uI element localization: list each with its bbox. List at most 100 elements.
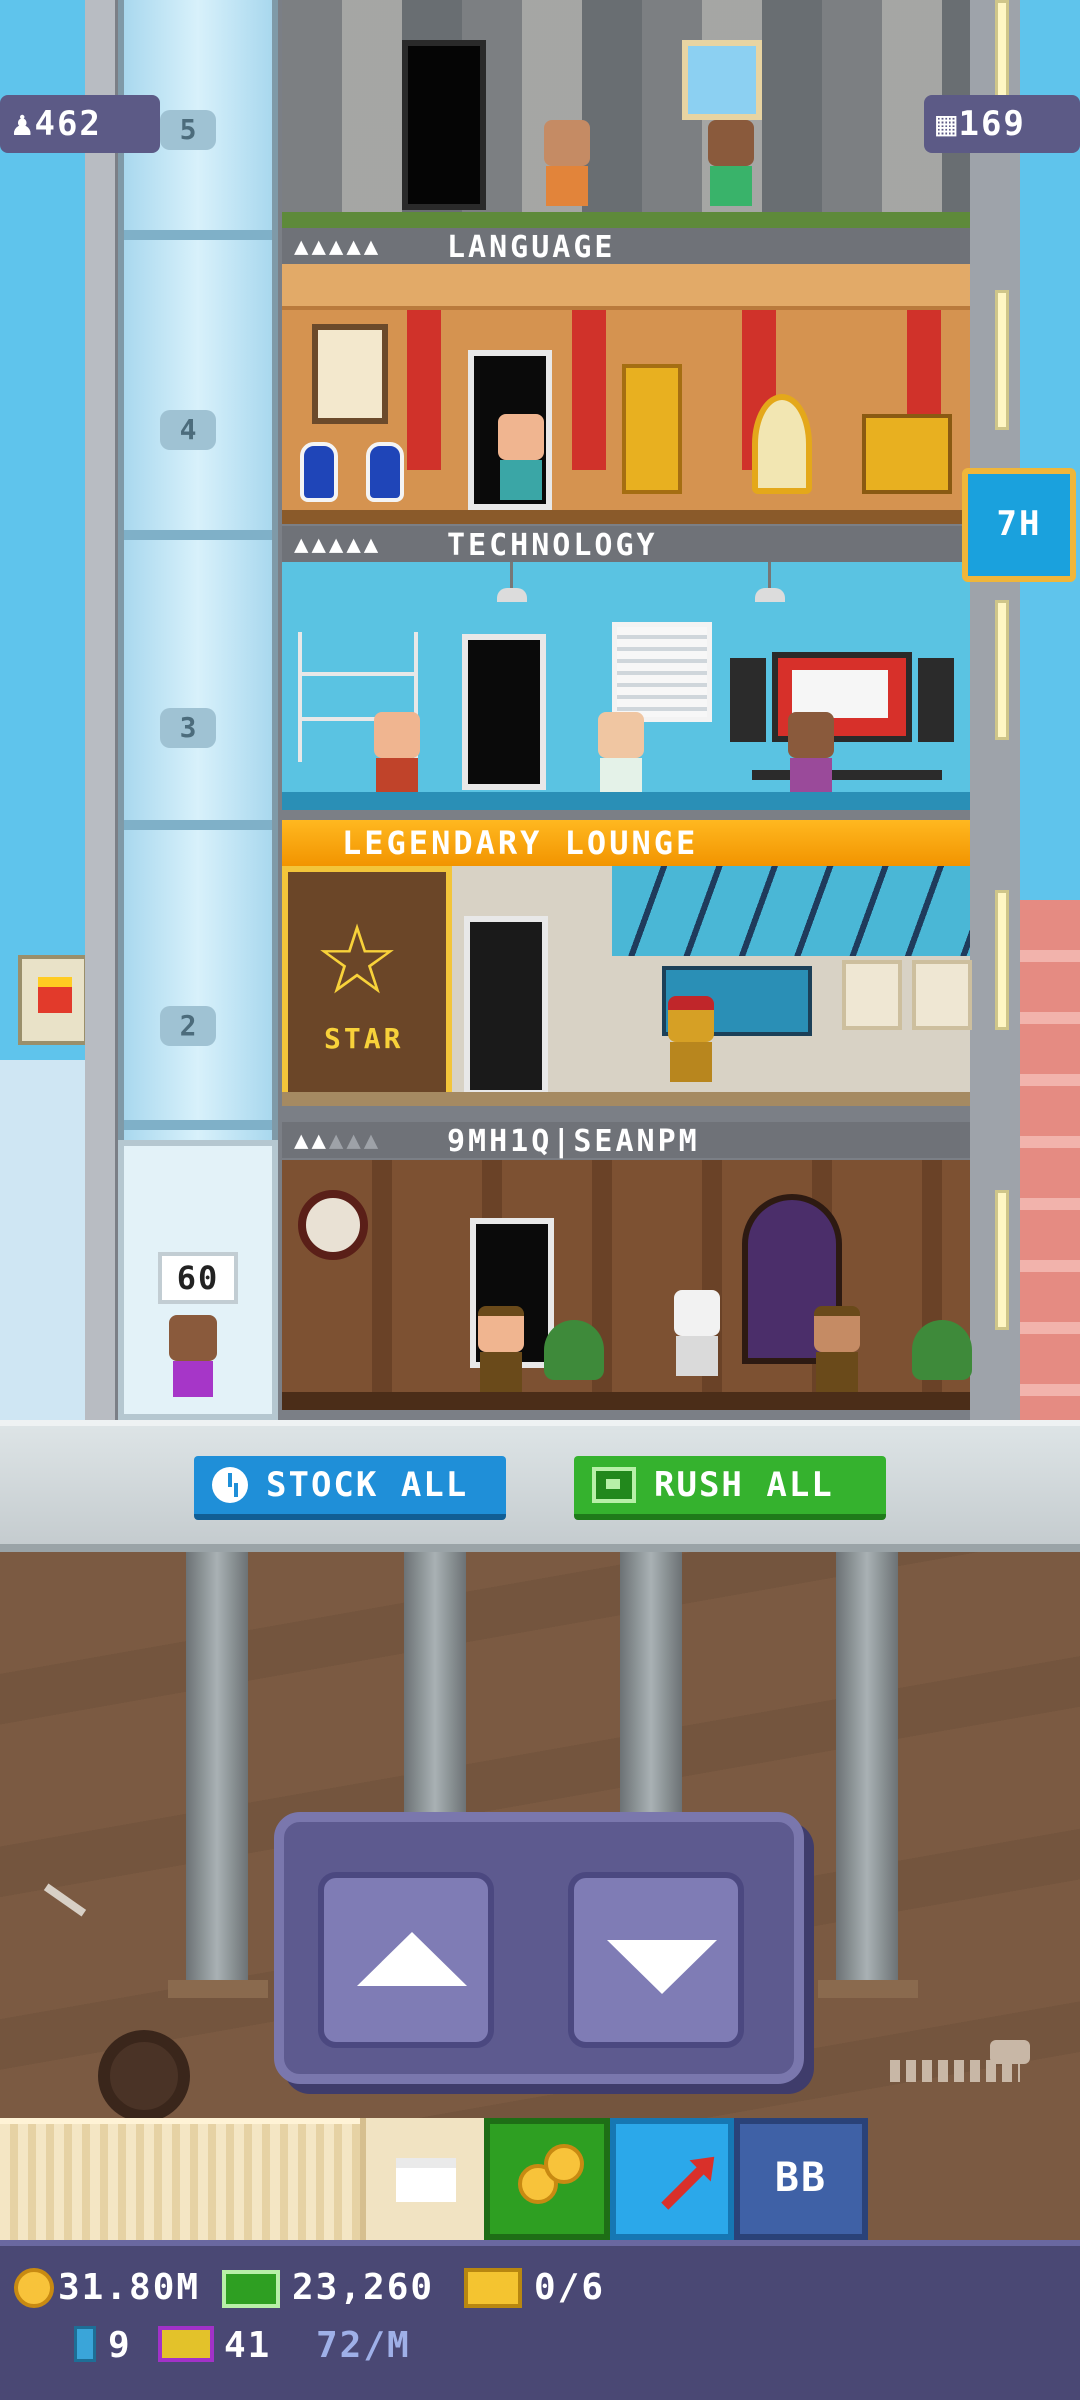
- shaft-floor-band: [124, 230, 272, 240]
- cash-icon: [592, 1467, 636, 1503]
- bitbook-button[interactable]: BB: [734, 2118, 868, 2240]
- bitizen[interactable]: [368, 712, 426, 802]
- rocket-button[interactable]: [610, 2118, 734, 2240]
- ticket-icon: [464, 2268, 522, 2308]
- cash-icon: [222, 2270, 280, 2308]
- bitizen-icon: [158, 2326, 214, 2362]
- stock-all-label: STOCK ALL: [266, 1465, 469, 1505]
- floor-stars: ▲▲▲▲▲: [294, 530, 382, 558]
- desk: [752, 770, 942, 780]
- window-blinds: [612, 622, 712, 722]
- rail-light: [995, 290, 1009, 430]
- rail-light: [995, 1190, 1009, 1330]
- floor-label-technology[interactable]: ▲▲▲▲▲ TECHNOLOGY: [282, 526, 970, 563]
- window: [682, 40, 762, 120]
- bitizen[interactable]: [492, 414, 550, 504]
- vip-amount: 41: [224, 2325, 272, 2366]
- shaft-floor-number: 5: [160, 110, 216, 150]
- bellhop-bitizen[interactable]: [808, 1306, 866, 1396]
- floor-label-language[interactable]: ▲▲▲▲▲ LANGUAGE: [282, 228, 970, 265]
- wall-art: [842, 960, 902, 1030]
- elevator-down-button[interactable]: [568, 1872, 744, 2048]
- pillar: [572, 310, 606, 470]
- floor-legendary-lounge[interactable]: ☆ STAR: [282, 866, 972, 1106]
- mirror: [752, 394, 812, 494]
- bone-icon: [34, 1870, 94, 1930]
- rocket-icon: [661, 2160, 711, 2210]
- golden-tickets-amount: 9: [108, 2325, 132, 2366]
- elevator-up-button[interactable]: [318, 1872, 494, 2048]
- vase-icon: [366, 442, 404, 502]
- floor-label-legendary-lounge[interactable]: LEGENDARY LOUNGE: [282, 820, 970, 866]
- stock-all-button[interactable]: STOCK ALL: [194, 1456, 506, 1520]
- down-arrow-icon: [607, 1940, 717, 1994]
- rail-light: [995, 600, 1009, 740]
- dinosaur-fossil-icon: [880, 2030, 1040, 2120]
- floor-name: 9MH1Q|SEANPM: [447, 1124, 700, 1159]
- rush-all-button[interactable]: RUSH ALL: [574, 1456, 886, 1520]
- clock-icon: [212, 1467, 248, 1503]
- bitizen[interactable]: [702, 120, 760, 210]
- wall-art: [912, 960, 972, 1030]
- clock-icon: [298, 1190, 368, 1260]
- floor-count: 169: [958, 104, 1026, 144]
- ceiling-lamp: [497, 562, 540, 602]
- coins-button[interactable]: [484, 2118, 610, 2240]
- floor-technology[interactable]: [282, 562, 970, 810]
- tickets-amount: 0/6: [534, 2267, 606, 2308]
- column-base: [168, 1980, 268, 1998]
- fries-icon: [38, 977, 72, 1013]
- floor-name: LANGUAGE: [447, 230, 616, 265]
- bux-icon: [74, 2326, 96, 2362]
- background-billboard: [18, 955, 88, 1045]
- vase-icon: [300, 442, 338, 502]
- tower-left-rail: [85, 0, 115, 1420]
- shaft-floor-number: 2: [160, 1006, 216, 1046]
- shaft-floor-band: [124, 530, 272, 540]
- shaft-floor-band: [124, 1120, 272, 1130]
- spartan-bitizen[interactable]: [662, 996, 728, 1096]
- floors-badge[interactable]: ▦169: [924, 95, 1080, 153]
- bitizen[interactable]: [538, 120, 596, 210]
- bux-amount: 23,260: [292, 2267, 435, 2308]
- star-icon: ☆: [314, 904, 401, 1016]
- bitizen[interactable]: [782, 712, 840, 802]
- robot-pet[interactable]: [668, 1290, 738, 1380]
- bellhop-bitizen[interactable]: [472, 1306, 530, 1396]
- floor-top[interactable]: [282, 0, 970, 228]
- pillar: [407, 310, 441, 470]
- bitizen[interactable]: [592, 712, 650, 802]
- rail-light: [995, 890, 1009, 1030]
- wall-scroll: [312, 324, 388, 424]
- star-sign: STAR: [324, 1022, 404, 1055]
- speaker: [918, 658, 954, 742]
- support-column: [836, 1552, 898, 1982]
- throne: [622, 364, 682, 494]
- floor-door: [402, 40, 486, 210]
- population-icon: ♟: [12, 104, 35, 144]
- elevator-rider-count: 60: [158, 1252, 238, 1304]
- background-building-left: [0, 1060, 90, 1420]
- toolbar-scroll-area[interactable]: [0, 2118, 360, 2240]
- building-icon: ▦: [936, 104, 959, 144]
- plant-icon: [912, 1320, 972, 1380]
- income-rate: 72/M: [316, 2325, 411, 2366]
- floor-lobby[interactable]: [282, 1160, 972, 1410]
- timer-badge[interactable]: 7H: [962, 468, 1076, 582]
- star-stage: ☆ STAR: [282, 866, 452, 1106]
- support-column: [186, 1552, 248, 1982]
- plant-icon: [544, 1320, 604, 1380]
- floor-stars: ▲▲▲▲▲: [294, 1126, 382, 1154]
- elevator-rider[interactable]: [165, 1315, 221, 1405]
- population-badge[interactable]: ♟462: [0, 95, 160, 153]
- floor-language[interactable]: [282, 264, 970, 524]
- action-bar: [0, 1420, 1080, 1552]
- floor-name: TECHNOLOGY: [447, 528, 658, 563]
- floor-stars: ▲▲▲▲▲: [294, 232, 382, 260]
- inventory-button[interactable]: [360, 2118, 484, 2240]
- floor-door: [462, 634, 546, 790]
- population-count: 462: [34, 104, 102, 144]
- background-building-right: [1020, 900, 1080, 1420]
- floor-label-lobby[interactable]: ▲▲▲▲▲ 9MH1Q|SEANPM: [282, 1122, 970, 1159]
- shaft-floor-number: 4: [160, 410, 216, 450]
